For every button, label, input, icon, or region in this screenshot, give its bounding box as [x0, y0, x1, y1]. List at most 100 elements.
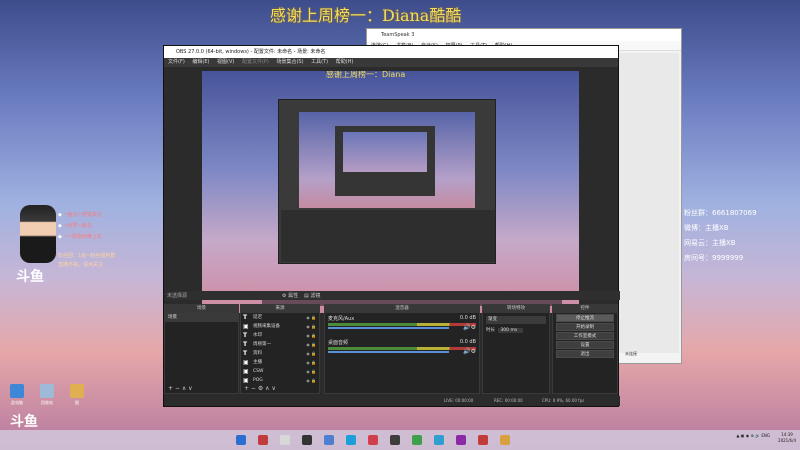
recycle-bin-icon — [40, 384, 54, 398]
channel-level: 0.0 dB — [459, 339, 476, 345]
right-info-line: 网易云：主播XB — [672, 236, 757, 251]
taskbar-app-icon[interactable] — [236, 435, 246, 445]
taskbar-app-icon[interactable] — [478, 435, 488, 445]
obs-preview[interactable]: 感谢上周榜一：Diana — [202, 71, 579, 313]
douyu-watermark: 斗鱼 — [10, 414, 38, 430]
sources-title: 来源 — [241, 305, 319, 313]
nested-panels — [281, 210, 495, 262]
image-file-icon — [70, 384, 84, 398]
obs-menu-item[interactable]: 帮助(H) — [336, 59, 354, 65]
obs-statusbar: LIVE: 00:00:00 REC: 00:00:00 CPU: 0.9%, … — [164, 396, 620, 406]
fan-group-text: 粉丝团：1级~粉丝福利群 — [58, 253, 116, 259]
source-item[interactable]: T 延迟 ◉ 🔒 — [241, 313, 319, 322]
taskbar-app-icon[interactable] — [390, 435, 400, 445]
channel-name: 麦克风/Aux — [328, 316, 355, 322]
taskbar-app-icon[interactable] — [302, 435, 312, 445]
ts-title: TeamSpeak 3 — [367, 29, 681, 41]
exit-button[interactable]: 退出 — [556, 350, 614, 358]
obs-menu-item[interactable]: 编辑(E) — [192, 59, 209, 65]
scene-item[interactable]: 场景 — [165, 313, 238, 322]
controls-panel: 控件 停止推流 开始录制 工作室模式 设置 退出 — [552, 304, 618, 394]
obs-menu-item[interactable]: 文件(F) — [168, 59, 185, 65]
left-info-list: ~鱼丸~老铁关注 ~点赞~鱼丸 ~~找我玩带上车 — [58, 210, 102, 243]
taskbar-app-icon[interactable] — [412, 435, 422, 445]
source-item[interactable]: T 周榜第一 ◉ 🔒 — [241, 340, 319, 349]
scenes-title: 场景 — [165, 305, 238, 313]
obs-menu-item[interactable]: 场景集合(S) — [276, 59, 303, 65]
taskbar-app-icon[interactable] — [258, 435, 268, 445]
transitions-panel: 转场特效 渐变 时长 300 ms — [482, 304, 550, 394]
scene-controls[interactable]: + − ∧ ∨ — [165, 385, 193, 392]
volume-slider[interactable] — [328, 327, 449, 329]
properties-button[interactable]: ⚙ 属性 — [282, 292, 298, 299]
transitions-title: 转场特效 — [483, 305, 549, 313]
audio-mixer-panel: 混音器 麦克风/Aux 0.0 dB 🔊⚙ 桌面音频 0.0 dB 🔊⚙ — [324, 304, 480, 394]
source-item[interactable]: ▣ 视频采集设备 ◉ 🔒 — [241, 322, 319, 331]
desktop-icon-image[interactable]: 图 — [66, 384, 88, 406]
douyu-logo: 斗鱼 — [16, 269, 44, 285]
filters-button[interactable]: ▤ 滤镜 — [304, 292, 320, 299]
right-info-line: 微博：主播XB — [672, 221, 757, 236]
studio-mode-button[interactable]: 工作室模式 — [556, 332, 614, 340]
source-item[interactable]: T 资料 ◉ 🔒 — [241, 349, 319, 358]
cpu-status: CPU: 0.9%, 60.00 fps — [542, 398, 585, 403]
nested-obs-window-2 — [335, 126, 435, 196]
clock[interactable]: 14:39 2021/6/4 — [778, 432, 796, 444]
preview-banner-text: 感谢上周榜一：Diana — [326, 71, 406, 79]
right-info-list: 粉丝群：6661807069 微博：主播XB 网易云：主播XB 房间号：9999… — [672, 206, 757, 266]
volume-slider[interactable] — [328, 351, 449, 353]
rec-status: REC: 00:00:00 — [494, 398, 523, 403]
taskbar-app-icon[interactable] — [500, 435, 510, 445]
stop-streaming-button[interactable]: 停止推流 — [556, 314, 614, 322]
left-info-line: ~~找我玩带上车 — [58, 232, 101, 243]
controls-title: 控件 — [553, 305, 617, 313]
source-item[interactable]: ▣ CSW ◉ 🔒 — [241, 367, 319, 376]
ts-status: 未连接 — [625, 351, 637, 356]
desktop-icon-recycle-bin[interactable]: 回收站 — [36, 384, 58, 406]
duration-input[interactable]: 300 ms — [498, 328, 524, 333]
nested-preview — [299, 112, 475, 208]
source-toolbar: 未选择源 ⚙ 属性 ▤ 滤镜 — [164, 291, 620, 300]
source-item[interactable]: ▣ POG ◉ 🔒 — [241, 376, 319, 385]
transition-select[interactable]: 渐变 — [486, 316, 546, 324]
volume-meter — [328, 323, 476, 326]
source-item[interactable]: T 水印 ◉ 🔒 — [241, 331, 319, 340]
source-controls[interactable]: + − ⚙ ∧ ∨ — [241, 385, 276, 392]
right-info-line: 粉丝群：6661807069 — [672, 206, 757, 221]
obs-window[interactable]: OBS 27.0.0 (64-bit, windows) - 配置文件: 未命名… — [163, 45, 620, 407]
taskbar-app-icon[interactable] — [434, 435, 444, 445]
no-source-label: 未选择源 — [167, 293, 188, 299]
top-banner-text: 感谢上周榜一：Diana酷酷 — [270, 6, 462, 25]
desktop-icon-this-pc[interactable]: 此电脑 — [6, 384, 28, 406]
system-tray[interactable]: ▲ ▣ ◉ ⊕ 🔊 ENG — [736, 433, 770, 438]
nested-obs-window — [278, 99, 496, 264]
obs-menu: 文件(F) 编辑(E) 视图(V) 配置文件(P) 场景集合(S) 工具(T) … — [164, 58, 618, 67]
scenes-panel: 场景 场景 + − ∧ ∨ — [164, 304, 239, 394]
start-recording-button[interactable]: 开始录制 — [556, 323, 614, 331]
obs-menu-item[interactable]: 视图(V) — [217, 59, 234, 65]
mixer-title: 混音器 — [325, 305, 479, 313]
speaker-icon[interactable]: 🔊⚙ — [463, 348, 476, 355]
taskbar: ▲ ▣ ◉ ⊕ 🔊 ENG 14:39 2021/6/4 — [0, 430, 800, 450]
left-info-line: ~点赞~鱼丸 — [58, 221, 102, 232]
obs-menu-item[interactable]: 配置文件(P) — [242, 59, 269, 65]
obs-menu-item[interactable]: 工具(T) — [311, 59, 328, 65]
taskbar-app-icon[interactable] — [346, 435, 356, 445]
channel-level: 0.0 dB — [459, 315, 476, 321]
taskbar-app-icon[interactable] — [324, 435, 334, 445]
mixer-channel-mic: 麦克风/Aux 0.0 dB 🔊⚙ — [325, 315, 479, 335]
settings-button[interactable]: 设置 — [556, 341, 614, 349]
duration-row: 时长 300 ms — [486, 327, 546, 335]
streamer-avatar — [20, 205, 56, 263]
live-status: LIVE: 00:00:00 — [444, 398, 474, 403]
taskbar-app-icon[interactable] — [368, 435, 378, 445]
computer-icon — [10, 384, 24, 398]
left-info-line: ~鱼丸~老铁关注 — [58, 210, 101, 221]
taskbar-app-icon[interactable] — [456, 435, 466, 445]
source-item[interactable]: ▣ 主播 ◉ 🔒 — [241, 358, 319, 367]
follow-text: 直播不易，请点关注 — [58, 262, 104, 268]
taskbar-app-icon[interactable] — [280, 435, 290, 445]
speaker-icon[interactable]: 🔊⚙ — [463, 324, 476, 331]
ts-side-panel — [619, 53, 679, 353]
obs-title: OBS 27.0.0 (64-bit, windows) - 配置文件: 未命名… — [164, 46, 618, 58]
